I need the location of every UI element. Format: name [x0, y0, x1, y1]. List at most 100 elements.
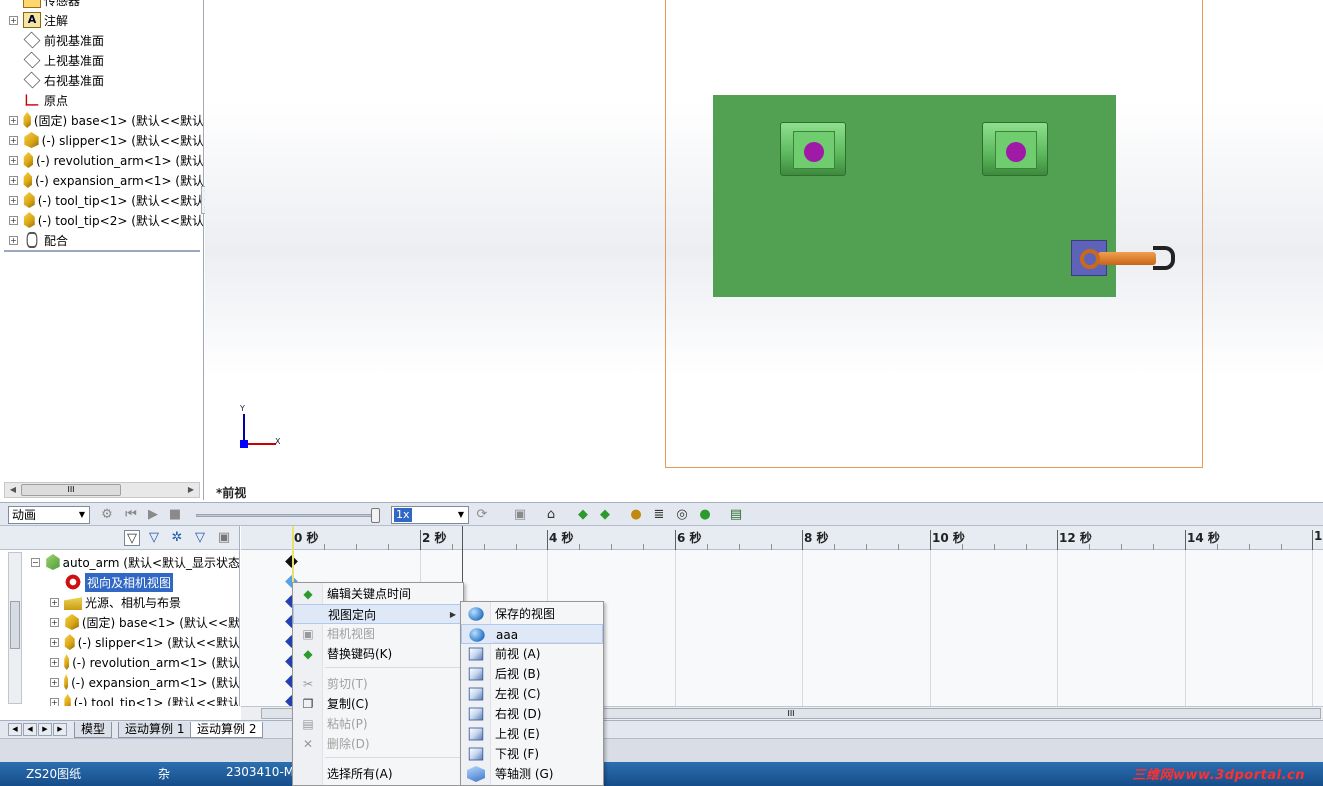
tree-horizontal-scrollbar[interactable]: ◀ III ▶ — [4, 482, 200, 498]
tab-motion-study-2[interactable]: 运动算例 2 — [190, 722, 264, 738]
results-icon[interactable]: ▤ — [728, 507, 744, 523]
context-menu-item[interactable]: ◆ 编辑关键点时间 — [293, 584, 463, 604]
base-plate[interactable] — [713, 95, 1116, 297]
tab-model[interactable]: 模型 — [74, 722, 113, 738]
tree-item[interactable]: + (-) tool_tip<2> (默认<<默认 — [0, 210, 203, 230]
expand-icon[interactable]: + — [50, 697, 59, 706]
context-menu-item[interactable]: 选择所有(A) — [293, 764, 463, 784]
view-submenu-item[interactable]: 等轴测 (G) — [461, 764, 603, 784]
expand-icon[interactable]: + — [9, 175, 18, 185]
playback-mode-icon[interactable]: ⟳ — [474, 507, 490, 523]
view-submenu-item[interactable]: 前视 (A) — [461, 644, 603, 664]
playback-speed-select[interactable]: 1x ▼ — [391, 506, 469, 524]
motion-tree-item[interactable]: + (-) revolution_arm<1> (默认 — [0, 652, 239, 672]
context-menu-item[interactable]: ✂ 剪切(T) — [293, 674, 463, 694]
scroll-left-icon[interactable]: ◀ — [7, 484, 19, 496]
play-icon[interactable]: ▶ — [145, 507, 161, 523]
context-menu-item[interactable]: ✕ 删除(D) — [293, 734, 463, 754]
context-menu-item[interactable]: ❐ 复制(C) — [293, 694, 463, 714]
animation-wizard-icon[interactable]: ⌂ — [543, 507, 559, 523]
motion-tree-item[interactable]: − auto_arm (默认<默认_显示状态 — [0, 552, 239, 572]
view-submenu-item[interactable]: 保存的视图 — [461, 604, 603, 624]
save-animation-icon[interactable]: ▣ — [512, 507, 528, 523]
tree-item[interactable]: + 配合 — [0, 230, 203, 250]
tree-item[interactable]: 原点 — [0, 90, 203, 110]
motion-tree-item[interactable]: + 光源、相机与布景 — [0, 592, 239, 612]
add-key-icon[interactable]: ◆ — [597, 507, 613, 523]
motion-tree-item[interactable]: + (-) expansion_arm<1> (默认 — [0, 672, 239, 692]
tab-last-icon[interactable]: ▶ — [53, 723, 67, 736]
expand-icon[interactable]: + — [9, 15, 18, 25]
expand-icon[interactable]: + — [9, 235, 18, 245]
playback-slider-thumb[interactable] — [371, 508, 380, 523]
expand-icon[interactable]: + — [50, 637, 59, 647]
taskbar-item-misc[interactable]: 杂 — [158, 765, 170, 782]
view-submenu-item[interactable]: 后视 (B) — [461, 664, 603, 684]
graphics-area[interactable]: X Y *前视 — [205, 0, 1323, 502]
tree-item[interactable]: + (-) slipper<1> (默认<<默认 — [0, 130, 203, 150]
timeline-ruler[interactable]: 0 秒 2 秒 4 秒 6 秒 8 秒 10 秒 12 秒 14 秒 16 — [241, 526, 1323, 550]
expand-icon[interactable]: + — [9, 115, 18, 125]
filter-animated-icon[interactable]: ▽ — [124, 530, 140, 546]
expand-icon[interactable]: + — [9, 195, 18, 205]
expansion-arm[interactable] — [1098, 252, 1156, 265]
tree-item[interactable]: + A 注解 — [0, 10, 203, 30]
tree-item[interactable]: 上视基准面 — [0, 50, 203, 70]
expand-icon[interactable]: + — [50, 677, 59, 687]
motion-tree-item[interactable]: 视向及相机视图 — [0, 572, 239, 592]
collapse-all-icon[interactable]: ▣ — [216, 530, 232, 546]
view-submenu-item[interactable]: 下视 (F) — [461, 744, 603, 764]
calculate-icon[interactable]: ⚙ — [99, 507, 115, 523]
tab-prev-icon[interactable]: ◀ — [23, 723, 37, 736]
tree-item[interactable]: + (-) revolution_arm<1> (默认 — [0, 150, 203, 170]
gravity-icon[interactable]: ● — [697, 507, 713, 523]
tree-item[interactable]: + (固定) base<1> (默认<<默认 — [0, 110, 203, 130]
tree-item[interactable]: + (-) tool_tip<1> (默认<<默认 — [0, 190, 203, 210]
slipper-right[interactable] — [982, 122, 1048, 176]
tree-scroll-thumb[interactable]: III — [21, 484, 121, 496]
tree-item[interactable]: 前视基准面 — [0, 30, 203, 50]
motion-tree-item[interactable]: + (-) tool_tip<1> (默认<<默认 — [0, 692, 239, 706]
expand-icon[interactable]: + — [9, 215, 18, 225]
motor-icon[interactable]: ● — [628, 507, 644, 523]
view-submenu-item[interactable]: 左视 (C) — [461, 684, 603, 704]
study-type-select[interactable]: 动画 ▼ — [8, 506, 90, 524]
filter-results-icon[interactable]: ▽ — [192, 530, 208, 546]
tab-first-icon[interactable]: ◀ — [8, 723, 22, 736]
motion-tree-item[interactable]: + (固定) base<1> (默认<<默 — [0, 612, 239, 632]
expand-icon[interactable]: + — [9, 135, 18, 145]
collapse-icon[interactable]: − — [31, 557, 40, 567]
context-menu-item[interactable]: ▣ 相机视图 — [293, 624, 463, 644]
context-menu-item[interactable]: ◆ 替换键码(K) — [293, 644, 463, 664]
expand-icon[interactable]: + — [50, 617, 59, 627]
contact-icon[interactable]: ◎ — [674, 507, 690, 523]
view-submenu-item[interactable]: aaa — [461, 624, 603, 644]
expand-icon[interactable]: + — [9, 155, 18, 165]
filter-driving-icon[interactable]: ▽ — [146, 530, 162, 546]
view-submenu-item[interactable]: 右视 (D) — [461, 704, 603, 724]
playback-slider-track[interactable] — [196, 514, 376, 517]
stop-icon[interactable]: ■ — [167, 507, 183, 523]
expand-icon[interactable]: + — [50, 597, 59, 607]
filter-selected-icon[interactable]: ✲ — [169, 530, 185, 546]
expand-icon[interactable]: + — [50, 657, 59, 667]
chevron-down-icon[interactable]: ▼ — [75, 507, 89, 523]
play-from-start-icon[interactable]: ⏮ — [123, 507, 139, 523]
tree-item[interactable]: + (-) expansion_arm<1> (默认 — [0, 170, 203, 190]
context-menu-item[interactable]: ▤ 粘帖(P) — [293, 714, 463, 734]
motion-tree-item[interactable]: + (-) slipper<1> (默认<<默认 — [0, 632, 239, 652]
tab-next-icon[interactable]: ▶ — [38, 723, 52, 736]
chevron-down-icon[interactable]: ▼ — [454, 507, 468, 523]
tab-motion-study-1[interactable]: 运动算例 1 — [118, 722, 192, 738]
view-submenu-item[interactable]: 上视 (E) — [461, 724, 603, 744]
tree-item[interactable]: 传感器 — [0, 0, 203, 10]
tool-tip-jaw[interactable] — [1153, 246, 1175, 270]
taskbar-item-file[interactable]: 2303410-M — [226, 765, 294, 779]
spring-icon[interactable]: ≣ — [651, 507, 667, 523]
slipper-left[interactable] — [780, 122, 846, 176]
tree-divider[interactable] — [4, 250, 200, 252]
scroll-right-icon[interactable]: ▶ — [185, 484, 197, 496]
context-menu-item[interactable]: 视图定向 ▶ — [293, 604, 463, 624]
autokey-icon[interactable]: ◆ — [575, 507, 591, 523]
tree-item[interactable]: 右视基准面 — [0, 70, 203, 90]
